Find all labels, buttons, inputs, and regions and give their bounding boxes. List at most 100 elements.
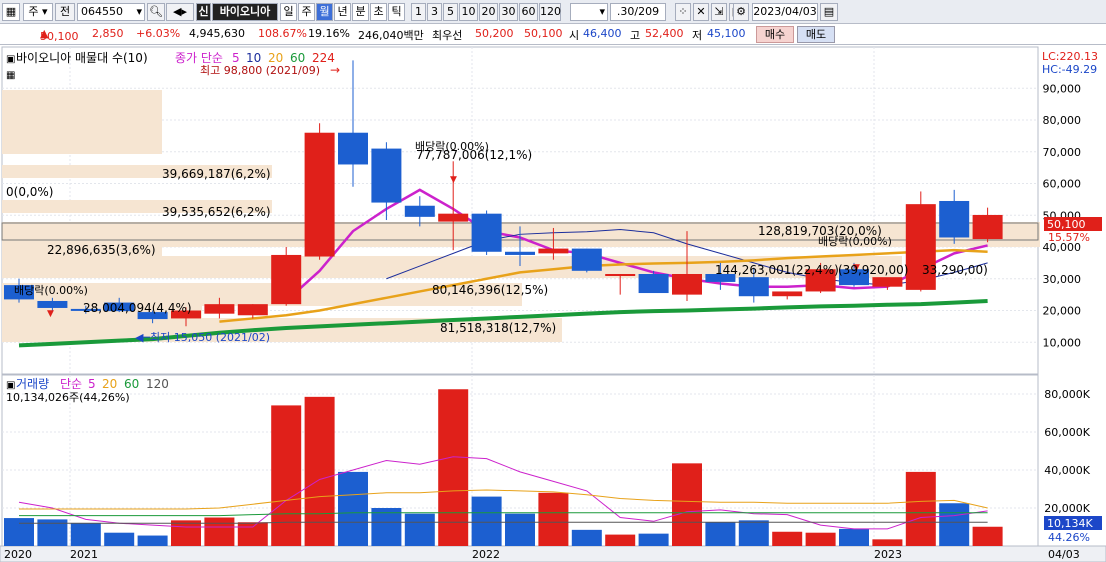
candle-body <box>438 213 469 222</box>
volume-tick-label: 20,000K <box>1044 502 1090 515</box>
candle-body <box>471 213 502 252</box>
volume-profile-label: 22,896,635(3,6%) <box>47 243 156 257</box>
volume-bar <box>605 534 636 546</box>
volume-bar <box>271 405 302 546</box>
volume-bar <box>571 529 602 546</box>
volume-bar <box>905 471 936 546</box>
volume-bar <box>4 518 34 546</box>
ma-period-label: 60 <box>290 51 305 65</box>
volume-bar <box>104 532 135 546</box>
high-arrow-icon: → <box>330 63 340 77</box>
volume-bar <box>738 520 769 546</box>
candle-body <box>271 254 302 305</box>
candle-body <box>672 273 702 295</box>
volume-bar <box>304 396 335 546</box>
low-note: 최저 15,050 (2021/02) <box>150 331 270 344</box>
current-price-tag-text: 50,100 <box>1047 218 1086 231</box>
volume-bar <box>371 508 402 546</box>
volume-bar <box>705 522 736 546</box>
volume-bar <box>939 503 970 546</box>
volume-tag-text: 10,134K <box>1047 517 1093 530</box>
price-tick-label: 90,000 <box>1043 82 1082 95</box>
dividend-marker-icon: ▼ <box>47 309 54 319</box>
hc-label: HC:-49.29 <box>1042 63 1097 76</box>
lc-label: LC:220.13 <box>1042 50 1098 63</box>
volume-tick-label: 40,000K <box>1044 464 1090 477</box>
volume-profile-label: 39,669,187(6,2%) <box>162 167 271 181</box>
candle-body <box>738 277 769 297</box>
volume-bar <box>204 517 235 546</box>
volume-bar <box>672 463 702 546</box>
volume-bar <box>638 533 669 546</box>
candle-body <box>772 291 803 297</box>
candle-body <box>571 248 602 271</box>
volume-profile-label: 77,787,006(12,1%) <box>416 148 532 162</box>
candle-body <box>204 304 235 314</box>
volume-profile-label: 0(0,0%) <box>6 185 53 199</box>
volume-tick-label: 60,000K <box>1044 426 1090 439</box>
volume-ma-label: 단순 <box>60 377 82 391</box>
volume-ma-period: 20 <box>102 377 117 391</box>
candle-body <box>404 205 435 217</box>
candle-body <box>638 273 669 294</box>
ma-period-label: 5 <box>232 51 240 65</box>
volume-bar <box>70 523 101 546</box>
volume-panel-title: 거래량 <box>16 377 49 391</box>
volume-bar <box>772 531 803 546</box>
ma-label: 종가 단순 <box>175 51 223 65</box>
volume-profile-label: (39,920,00) <box>838 263 908 277</box>
price-tick-label: 10,000 <box>1043 336 1082 349</box>
candle-body <box>905 204 936 290</box>
candle-body <box>371 148 402 203</box>
price-tick-label: 70,000 <box>1043 146 1082 159</box>
x-axis-label: 2020 <box>4 548 32 561</box>
volume-bar <box>805 532 836 546</box>
dividend-label: 배당락(0.00%) <box>14 284 88 297</box>
low-arrow-icon: ◀─ <box>135 331 150 344</box>
candle-body <box>538 248 569 254</box>
candle-body <box>237 304 268 316</box>
volume-ma-period: 60 <box>124 377 139 391</box>
current-volume-label: 10,134,026주(44,26%) <box>6 391 130 404</box>
candle-body <box>338 132 368 165</box>
candle-body <box>505 251 535 255</box>
candle-body <box>972 214 1003 240</box>
volume-bar <box>338 471 368 546</box>
volume-bar <box>505 513 535 546</box>
ma-period-label: 20 <box>268 51 283 65</box>
price-tick-label: 80,000 <box>1043 114 1082 127</box>
x-axis-label: 2023 <box>874 548 902 561</box>
grid-toggle-icon[interactable]: ▦ <box>6 70 15 81</box>
volume-bar <box>839 528 869 546</box>
volume-profile-label: 81,518,318(12,7%) <box>440 321 556 335</box>
candle-body <box>304 132 335 257</box>
candle-body <box>939 200 970 238</box>
x-axis-frame <box>0 545 1106 562</box>
volume-bar <box>538 492 569 546</box>
volume-profile-label: 80,146,396(12,5%) <box>432 283 548 297</box>
volume-bar <box>137 535 168 546</box>
x-axis-label: 2021 <box>70 548 98 561</box>
stock-chart[interactable]: 90,00080,00070,00060,00050,00040,00030,0… <box>0 0 1106 562</box>
candle-body <box>605 273 636 276</box>
volume-ma-period: 5 <box>88 377 96 391</box>
volume-tick-label: 80,000K <box>1044 388 1090 401</box>
x-axis-label: 04/03 <box>1048 548 1080 561</box>
volume-bar <box>237 522 268 546</box>
volume-bar <box>872 539 903 546</box>
volume-profile-label: 144,263,001(22,4%) <box>715 263 839 277</box>
volume-profile-label: 128,819,703(20,0%) <box>758 224 882 238</box>
volume-bar <box>972 526 1003 546</box>
volume-bar <box>471 496 502 546</box>
price-tick-label: 30,000 <box>1043 273 1082 286</box>
volume-profile-label: 33,290,00) <box>922 263 988 277</box>
volume-bar <box>404 513 435 546</box>
volume-profile-label: 28,004,094(4,4%) <box>83 301 192 315</box>
ma-period-label: 10 <box>246 51 261 65</box>
volume-menu-icon[interactable]: ▣ <box>6 380 15 391</box>
panel-menu-icon[interactable]: ▣ <box>6 54 15 65</box>
dividend-marker-icon: ▼ <box>450 175 457 185</box>
price-panel-title: 바이오니아 매물대 수(10) <box>16 51 148 65</box>
volume-tag-pct: 44.26% <box>1048 531 1090 544</box>
volume-profile-label: 39,535,652(6,2%) <box>162 205 271 219</box>
